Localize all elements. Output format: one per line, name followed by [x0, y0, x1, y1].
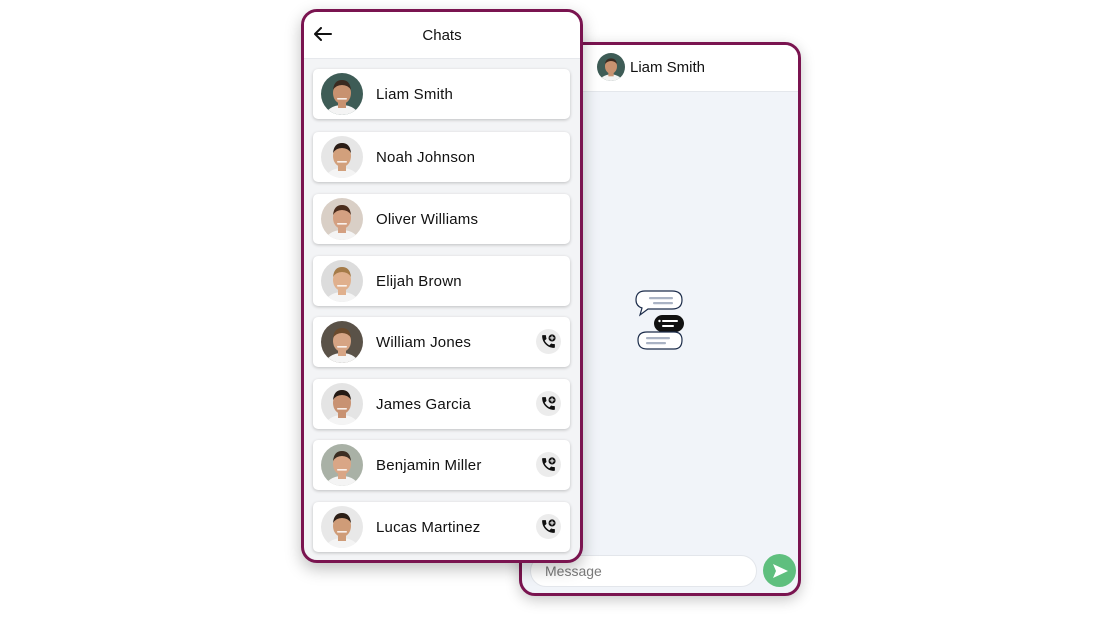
- avatar: [321, 136, 363, 178]
- call-button[interactable]: [536, 391, 561, 416]
- call-button[interactable]: [536, 452, 561, 477]
- phone-add-icon: [540, 518, 557, 535]
- avatar: [321, 506, 363, 548]
- contact-row[interactable]: Noah Johnson: [313, 132, 570, 182]
- contact-name: Benjamin Miller: [376, 457, 482, 474]
- chat-contact-name: Liam Smith: [630, 59, 706, 76]
- chat-bubbles-icon: [632, 288, 688, 354]
- contact-name: William Jones: [376, 334, 472, 351]
- avatar[interactable]: [597, 53, 625, 81]
- send-icon: [770, 561, 790, 581]
- avatar: [321, 260, 363, 302]
- contact-name: Noah Johnson: [376, 149, 476, 166]
- avatar: [321, 444, 363, 486]
- avatar: [321, 383, 363, 425]
- phone-add-icon: [540, 395, 557, 412]
- contact-row[interactable]: Elijah Brown: [313, 256, 570, 306]
- phone-add-icon: [540, 333, 557, 350]
- phone-add-icon: [540, 456, 557, 473]
- contact-name: Lucas Martinez: [376, 519, 481, 536]
- chat-list-header: Chats: [304, 12, 580, 59]
- contact-row[interactable]: Oliver Williams: [313, 194, 570, 244]
- contact-name: Elijah Brown: [376, 273, 462, 290]
- contact-name: Liam Smith: [376, 86, 454, 103]
- chat-list-screen: Chats Liam Smith Noah Johnson Oliver Willi…: [301, 9, 583, 563]
- avatar: [321, 198, 363, 240]
- avatar: [321, 73, 363, 115]
- contact-row[interactable]: Lucas Martinez: [313, 502, 570, 552]
- contact-row[interactable]: Benjamin Miller: [313, 440, 570, 490]
- contact-row[interactable]: James Garcia: [313, 379, 570, 429]
- avatar: [321, 321, 363, 363]
- contact-row[interactable]: William Jones: [313, 317, 570, 367]
- contact-name: James Garcia: [376, 396, 471, 413]
- contact-row[interactable]: Liam Smith: [313, 69, 570, 119]
- call-button[interactable]: [536, 514, 561, 539]
- contact-name: Oliver Williams: [376, 211, 479, 228]
- send-button[interactable]: [763, 554, 796, 587]
- page-title: Chats: [422, 27, 462, 44]
- call-button[interactable]: [536, 329, 561, 354]
